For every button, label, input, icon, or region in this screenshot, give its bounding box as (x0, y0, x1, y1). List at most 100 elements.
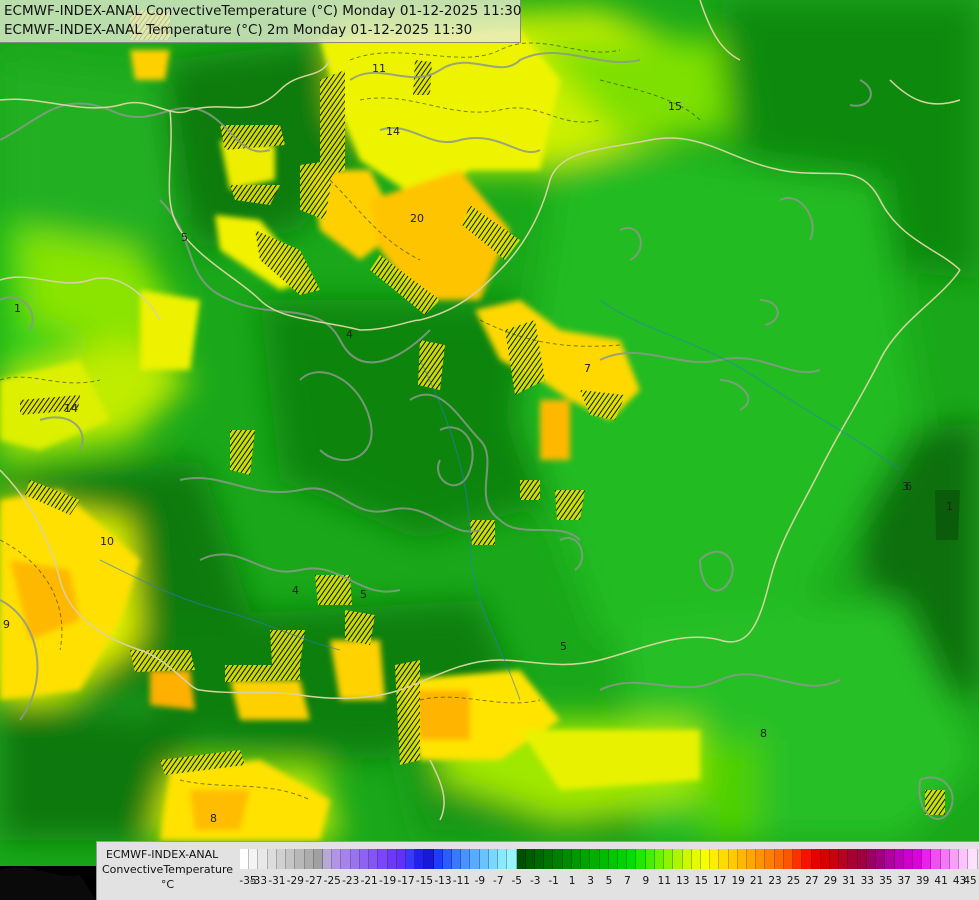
legend-swatch (369, 849, 379, 869)
legend-swatch (700, 849, 711, 869)
contour-label: 11 (372, 62, 386, 75)
legend-tick-label: 39 (915, 875, 930, 887)
legend-swatch (627, 849, 637, 869)
legend-tick-label: 29 (823, 875, 838, 887)
legend-swatch (405, 849, 416, 869)
legend-swatch (341, 849, 351, 869)
legend-swatch (747, 849, 757, 869)
legend-tick-label: -9 (474, 875, 486, 887)
legend-swatch (783, 849, 794, 869)
legend-swatch (885, 849, 895, 869)
legend-tick-label: 25 (786, 875, 801, 887)
legend-tick-label: -13 (434, 875, 452, 887)
legend-swatch (396, 849, 406, 869)
legend-swatch (599, 849, 609, 869)
legend-swatch (876, 849, 886, 869)
legend-swatch (295, 849, 305, 869)
legend-swatch (959, 849, 969, 869)
legend-tick-label: 27 (805, 875, 819, 887)
legend-swatch (571, 849, 582, 869)
legend-tick-label: 19 (731, 875, 745, 887)
legend-tick-label: 9 (642, 875, 650, 887)
legend-tick-label: 3 (587, 875, 594, 887)
legend-source: ECMWF-INDEX-ANAL (106, 848, 219, 861)
contour-label: 20 (410, 212, 424, 225)
legend-tick-label: -7 (493, 875, 504, 887)
legend-tick-label: -17 (397, 875, 415, 887)
title-line-temperature: ECMWF-INDEX-ANAL Temperature (°C) 2m Mon… (4, 22, 473, 38)
contour-label: 1 (14, 302, 21, 315)
legend-swatch (673, 849, 683, 869)
legend-swatch (903, 849, 913, 869)
contour-label: 9 (3, 618, 10, 631)
map-stage: 11 15 14 20 5 1 4 14 10 9 6 8 3 1 5 7 5 … (0, 0, 979, 900)
legend-tick-label: 7 (624, 875, 631, 887)
contour-label: 14 (386, 125, 400, 138)
legend-swatch (756, 849, 766, 869)
legend-swatch (719, 849, 729, 869)
legend-tick-label: 37 (897, 875, 911, 887)
legend-swatch (258, 849, 268, 869)
legend-tick-label: -5 (511, 875, 522, 887)
legend-tick-label: -21 (360, 875, 378, 887)
legend-swatch (304, 849, 314, 869)
legend-swatch (267, 849, 277, 869)
legend-tick-label: 35 (879, 875, 893, 887)
legend-swatch (830, 849, 840, 869)
legend-swatch (765, 849, 775, 869)
legend-swatch (931, 849, 941, 869)
legend-tick-label: -31 (268, 875, 286, 887)
contour-label: 10 (100, 535, 114, 548)
legend-swatch (378, 849, 388, 869)
legend-tick-label: -3 (529, 875, 541, 887)
legend-tick-label: -29 (286, 875, 304, 887)
legend-swatch (848, 849, 858, 869)
legend-tick-label: 15 (694, 875, 708, 887)
legend-ticks: -35 -33 -31 -29 -27 -25 -23 -21 -19 -17 -15 -13 -11-… (239, 875, 978, 891)
legend-swatch (839, 849, 849, 869)
legend-tick-label: 13 (676, 875, 690, 887)
contour-label: 8 (760, 727, 767, 740)
legend-swatch (691, 849, 701, 869)
legend-swatch (525, 849, 535, 869)
legend-swatch (286, 849, 296, 869)
legend-swatch (728, 849, 738, 869)
legend-swatch (636, 849, 646, 869)
contour-label: 5 (560, 640, 567, 653)
contour-label: 3 (902, 480, 909, 493)
map-title-box: ECMWF-INDEX-ANAL ConvectiveTemperature (… (0, 0, 521, 43)
contour-label: 15 (668, 100, 682, 113)
contour-label: 14 (64, 402, 78, 415)
legend-tick-label: 21 (749, 875, 764, 887)
legend-tick-label: 31 (842, 875, 856, 887)
legend-swatch (940, 849, 950, 869)
legend-swatch (654, 849, 665, 869)
legend-swatch (535, 849, 545, 869)
legend-tick-label: -23 (342, 875, 360, 887)
contour-label: 5 (360, 588, 367, 601)
legend-swatch (922, 849, 932, 869)
legend-swatch (737, 849, 748, 869)
legend-swatch (949, 849, 960, 869)
legend-swatch (488, 849, 499, 869)
legend-swatch (424, 849, 434, 869)
legend-swatch (912, 849, 923, 869)
legend-swatch (793, 849, 803, 869)
legend-swatch (498, 849, 508, 869)
legend-tick-label: 23 (768, 875, 782, 887)
legend-tick-label: -25 (323, 875, 341, 887)
legend-swatch (387, 849, 397, 869)
color-legend: ECMWF-INDEX-ANAL ConvectiveTemperature °… (96, 841, 979, 900)
legend-tick-label: -11 (452, 875, 470, 887)
legend-tick-label: 11 (657, 875, 672, 887)
legend-swatch (415, 849, 425, 869)
legend-swatch (581, 849, 591, 869)
legend-swatch (452, 849, 462, 869)
contour-label: 8 (210, 812, 217, 825)
temperature-map: 11 15 14 20 5 1 4 14 10 9 6 8 3 1 5 7 5 … (0, 0, 979, 900)
legend-swatch (332, 849, 342, 869)
contour-label: 1 (946, 500, 953, 513)
legend-swatch (857, 849, 867, 869)
legend-tick-label: 5 (605, 875, 613, 887)
contour-label: 5 (181, 231, 188, 244)
